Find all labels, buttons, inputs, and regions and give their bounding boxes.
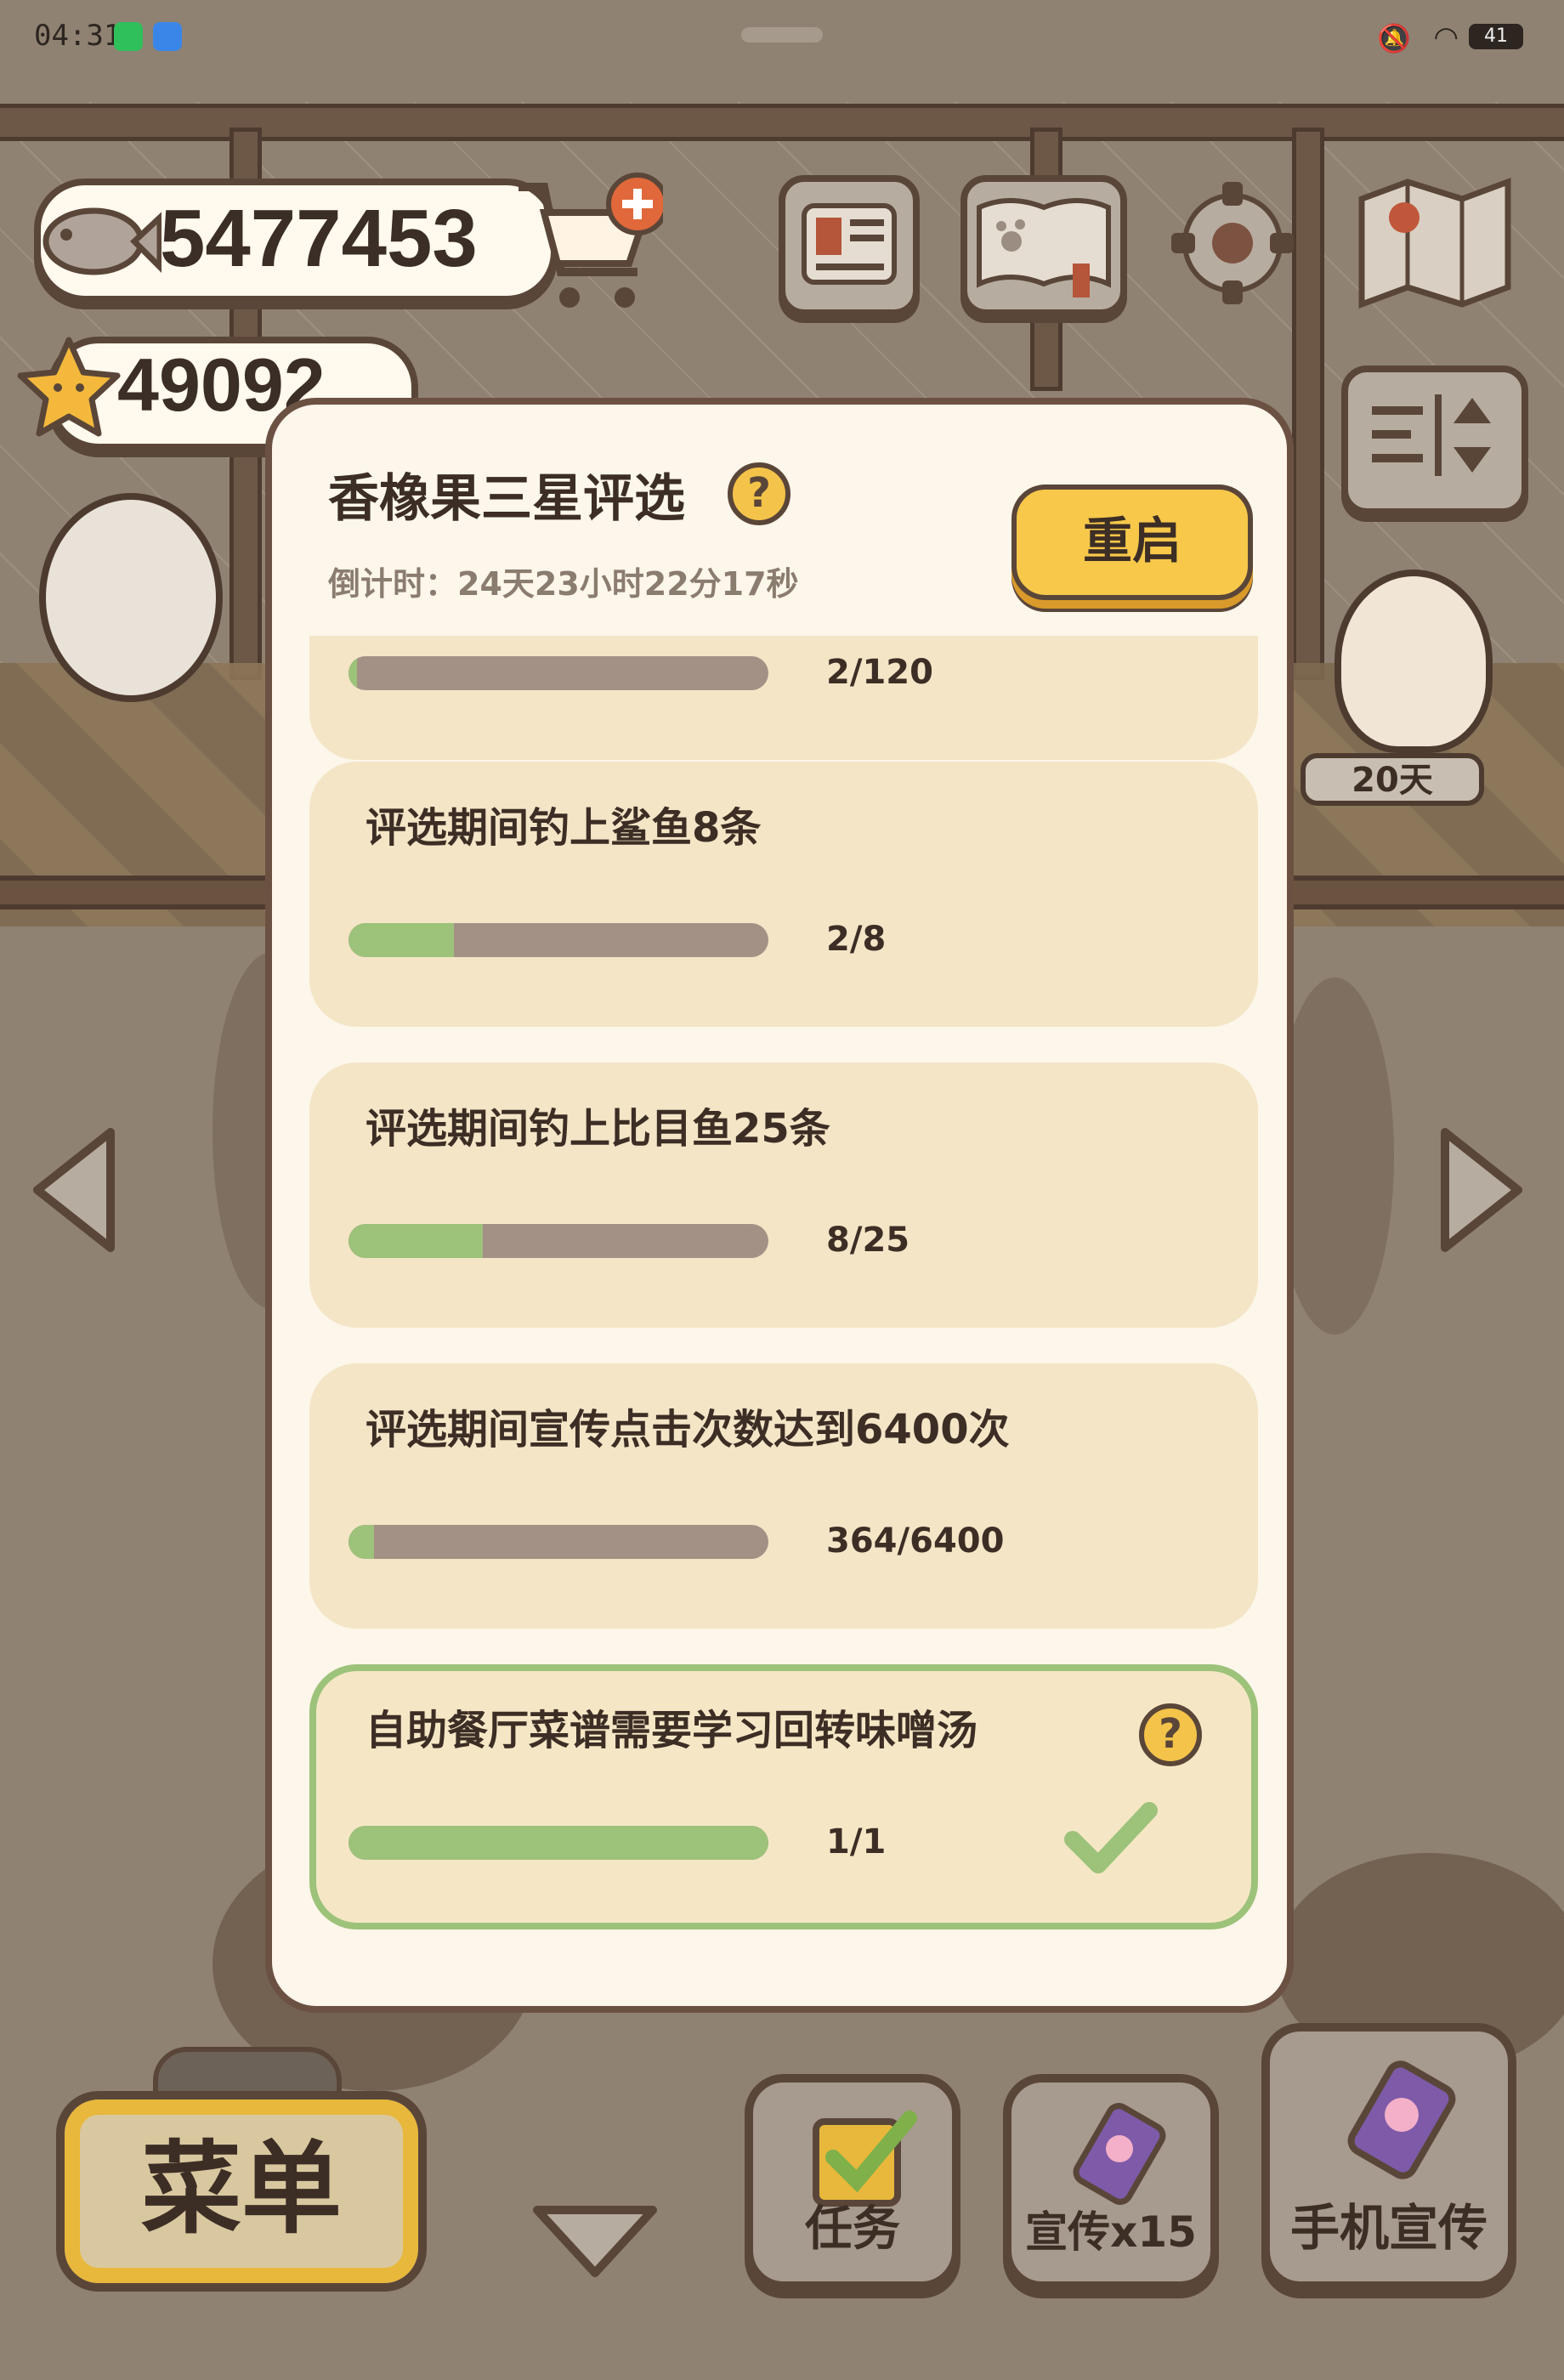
battery-indicator: 41 (1469, 24, 1523, 49)
phone-icon (1073, 2103, 1166, 2205)
sort-icon (1372, 394, 1491, 476)
newspaper-button[interactable] (779, 175, 920, 316)
task-help-icon[interactable]: ? (1139, 1703, 1202, 1766)
cart-plus-icon[interactable] (510, 170, 663, 314)
star-icon (17, 337, 121, 437)
progress-bar (348, 1826, 768, 1860)
progress-fill (348, 1224, 484, 1258)
promote-label: 宣传x15 (1025, 2207, 1197, 2257)
phone-promote-button[interactable]: 手机宣传 (1261, 2023, 1516, 2290)
map-icon (1358, 177, 1511, 309)
task-title: 评选期间宣传点击次数达到6400次 (366, 1406, 1010, 1454)
phone-icon (1347, 2060, 1456, 2179)
task-card: 评选期间钓上鲨鱼8条 2/8 (309, 762, 1258, 1027)
status-bar: 04:31 🔕 ◠ 41 (0, 0, 1564, 76)
cat-waiter-character (39, 493, 223, 702)
task-list[interactable]: 2/120 评选期间钓上鲨鱼8条 2/8 评选期间钓上比目鱼25条 8/25 评… (306, 636, 1266, 1953)
progress-fill (348, 923, 454, 957)
task-progress: 8/25 (826, 1221, 910, 1260)
fish-count: 5477453 (160, 193, 478, 284)
gear-icon (1171, 182, 1294, 304)
check-icon (1064, 1802, 1158, 1873)
task-card-completed: 自助餐厅菜谱需要学习回转味噌汤 ? 1/1 (309, 1664, 1258, 1930)
progress-bar (348, 656, 768, 690)
wechat-icon (114, 22, 143, 51)
sort-button[interactable] (1341, 366, 1528, 515)
map-button[interactable] (1352, 170, 1518, 311)
clock: 04:31 (34, 19, 122, 53)
task-title: 评选期间钓上比目鱼25条 (366, 1105, 830, 1153)
tasks-label: 任务 (805, 2202, 900, 2257)
collection-book-button[interactable] (960, 175, 1127, 316)
task-progress: 364/6400 (826, 1522, 1005, 1561)
help-icon[interactable]: ? (728, 462, 790, 525)
pawbook-icon (977, 198, 1111, 298)
progress-bar (348, 1224, 768, 1258)
menu-button[interactable]: 菜单 (56, 2091, 427, 2292)
promote-button[interactable]: 宣传x15 (1003, 2074, 1219, 2290)
left-arrow-icon[interactable] (26, 1122, 119, 1258)
newspaper-icon (802, 203, 897, 285)
wifi-icon: ◠ (1433, 20, 1459, 54)
restart-button[interactable]: 重启 (1012, 484, 1253, 600)
progress-fill (348, 656, 357, 690)
task-progress: 1/1 (826, 1822, 887, 1862)
task-title: 评选期间钓上鲨鱼8条 (366, 804, 762, 852)
progress-fill (348, 1525, 374, 1559)
fish-icon (42, 207, 162, 275)
task-title: 自助餐厅菜谱需要学习回转味噌汤 (366, 1707, 978, 1754)
task-card: 2/120 (309, 636, 1258, 760)
settings-button[interactable] (1164, 175, 1294, 304)
task-progress: 2/8 (826, 920, 887, 959)
right-arrow-icon[interactable] (1436, 1122, 1530, 1258)
progress-bar (348, 923, 768, 957)
character-tag: 20天 (1300, 753, 1484, 806)
progress-bar (348, 1525, 768, 1559)
task-card: 评选期间钓上比目鱼25条 8/25 (309, 1062, 1258, 1328)
task-card: 评选期间宣传点击次数达到6400次 364/6400 (309, 1363, 1258, 1629)
countdown-text: 倒计时：24天23小时22分17秒 (328, 565, 799, 603)
mute-icon: 🔕 (1377, 22, 1411, 54)
progress-fill (348, 1826, 768, 1860)
down-arrow-icon[interactable] (527, 2198, 663, 2283)
cloud-icon (153, 22, 182, 51)
phone-promote-label: 手机宣传 (1289, 2199, 1488, 2257)
panel-title: 香橡果三星评选 (328, 469, 685, 529)
tasks-button[interactable]: 任务 (745, 2074, 960, 2290)
camera-notch (741, 27, 823, 42)
girl-character (1334, 570, 1493, 753)
task-progress: 2/120 (826, 653, 933, 692)
